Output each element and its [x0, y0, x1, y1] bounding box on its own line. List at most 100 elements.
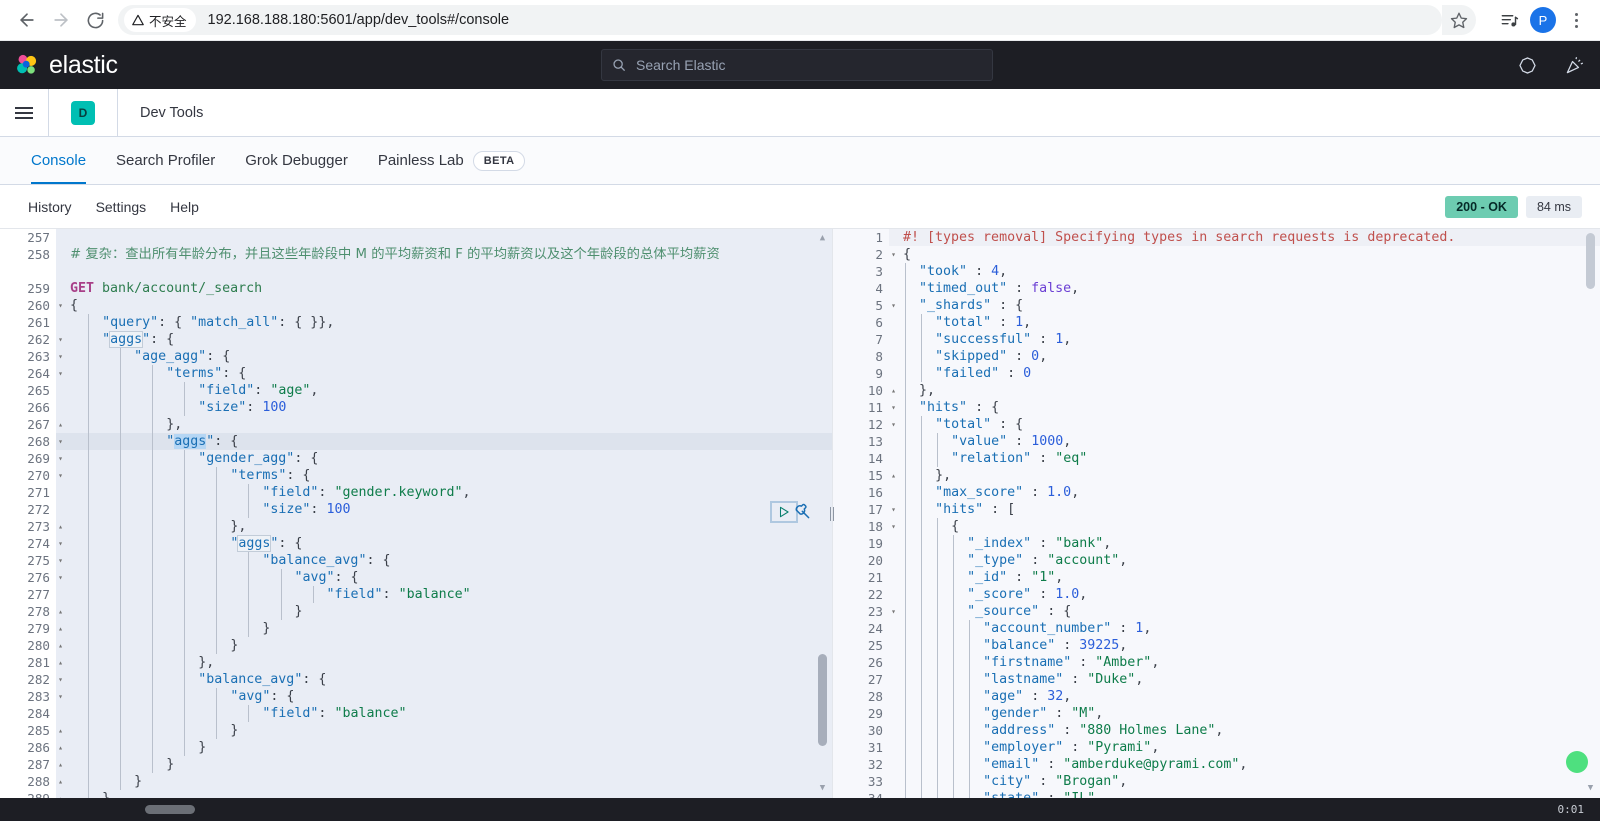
code-line[interactable]: 19 "_index" : "bank",	[833, 535, 1600, 552]
code-line[interactable]: 284 "field": "balance"	[0, 705, 832, 722]
fold-open-icon[interactable]: ▾	[889, 399, 898, 416]
request-editor-pane[interactable]: 257 258 # 复杂：查出所有年龄分布，并且这些年龄段中 M 的平均薪资和 F …	[0, 229, 832, 798]
fold-close-icon[interactable]: ▴	[56, 654, 65, 671]
fold-open-icon[interactable]: ▾	[56, 552, 65, 569]
settings-button[interactable]: Settings	[84, 199, 159, 215]
code-line[interactable]: 264 ▾ "terms": {	[0, 365, 832, 382]
code-line[interactable]: 21 "_id" : "1",	[833, 569, 1600, 586]
fold-close-icon[interactable]: ▴	[56, 790, 65, 798]
fold-close-icon[interactable]: ▴	[56, 620, 65, 637]
elastic-logo[interactable]: elastic	[14, 51, 118, 80]
fold-open-icon[interactable]: ▾	[56, 671, 65, 688]
address-bar[interactable]: 不安全 192.168.188.180:5601/app/dev_tools#/…	[118, 5, 1442, 35]
code-line[interactable]: 283 ▾ "avg": {	[0, 688, 832, 705]
fold-open-icon[interactable]: ▾	[56, 688, 65, 705]
fold-close-icon[interactable]: ▴	[56, 416, 65, 433]
code-line[interactable]: 5 ▾ "_shards" : {	[833, 297, 1600, 314]
code-line[interactable]: 270 ▾ "terms": {	[0, 467, 832, 484]
fold-open-icon[interactable]: ▾	[56, 535, 65, 552]
code-line[interactable]: 258 # 复杂：查出所有年龄分布，并且这些年龄段中 M 的平均薪资和 F 的平均…	[0, 246, 832, 280]
code-line[interactable]: 260 ▾ {	[0, 297, 832, 314]
output-vertical-scrollbar[interactable]	[1586, 233, 1595, 289]
code-line[interactable]: 276 ▾ "avg": {	[0, 569, 832, 586]
code-line[interactable]: 14 "relation" : "eq"	[833, 450, 1600, 467]
code-line[interactable]: 257	[0, 229, 832, 246]
code-line[interactable]: 11 ▾ "hits" : {	[833, 399, 1600, 416]
fold-open-icon[interactable]: ▾	[889, 501, 898, 518]
code-line[interactable]: 15 ▴ },	[833, 467, 1600, 484]
code-line[interactable]: 288 ▴ }	[0, 773, 832, 790]
fold-open-icon[interactable]: ▾	[56, 331, 65, 348]
fold-close-icon[interactable]: ▴	[56, 773, 65, 790]
code-line[interactable]: 259 GET bank/account/_search	[0, 280, 832, 297]
fold-open-icon[interactable]: ▾	[889, 297, 898, 314]
editor-vertical-scrollbar[interactable]	[818, 654, 827, 746]
pane-splitter[interactable]	[828, 229, 836, 798]
fold-close-icon[interactable]: ▴	[56, 739, 65, 756]
code-line[interactable]: 31 "employer" : "Pyrami",	[833, 739, 1600, 756]
fold-close-icon[interactable]: ▴	[889, 467, 898, 484]
code-line[interactable]: 287 ▴ }	[0, 756, 832, 773]
fold-close-icon[interactable]: ▴	[56, 637, 65, 654]
floating-action-button[interactable]	[1566, 751, 1588, 773]
fold-open-icon[interactable]: ▾	[56, 365, 65, 382]
code-line[interactable]: 263 ▾ "age_agg": {	[0, 348, 832, 365]
code-line[interactable]: 6 "total" : 1,	[833, 314, 1600, 331]
response-code[interactable]: 1 #! [types removal] Specifying types in …	[833, 229, 1600, 798]
taskbar-scroll-thumb[interactable]	[145, 805, 195, 814]
code-line[interactable]: 280 ▴ }	[0, 637, 832, 654]
history-button[interactable]: History	[16, 199, 84, 215]
nav-menu-toggle[interactable]	[0, 89, 48, 136]
fold-close-icon[interactable]: ▴	[56, 518, 65, 535]
security-status-chip[interactable]: 不安全	[124, 8, 196, 32]
code-line[interactable]: 17 ▾ "hits" : [	[833, 501, 1600, 518]
fold-open-icon[interactable]: ▾	[56, 467, 65, 484]
news-feed-button[interactable]	[1565, 56, 1584, 75]
code-line[interactable]: 279 ▴ }	[0, 620, 832, 637]
code-line[interactable]: 33 "city" : "Brogan",	[833, 773, 1600, 790]
code-line[interactable]: 269 ▾ "gender_agg": {	[0, 450, 832, 467]
code-line[interactable]: 273 ▴ },	[0, 518, 832, 535]
editor-scroll-up-arrow[interactable]: ▲	[817, 233, 828, 244]
code-line[interactable]: 8 "skipped" : 0,	[833, 348, 1600, 365]
code-line[interactable]: 7 "successful" : 1,	[833, 331, 1600, 348]
fold-open-icon[interactable]: ▾	[889, 416, 898, 433]
code-line[interactable]: 274 ▾ "aggs": {	[0, 535, 832, 552]
code-line[interactable]: 25 "balance" : 39225,	[833, 637, 1600, 654]
code-line[interactable]: 18 ▾ {	[833, 518, 1600, 535]
code-line[interactable]: 9 "failed" : 0	[833, 365, 1600, 382]
fold-open-icon[interactable]: ▾	[56, 297, 65, 314]
code-line[interactable]: 275 ▾ "balance_avg": {	[0, 552, 832, 569]
code-line[interactable]: 289▴ },	[0, 790, 832, 798]
code-line[interactable]: 2 ▾ {	[833, 246, 1600, 263]
browser-menu-button[interactable]	[1562, 12, 1590, 28]
code-line[interactable]: 24 "account_number" : 1,	[833, 620, 1600, 637]
fold-open-icon[interactable]: ▾	[56, 569, 65, 586]
fold-open-icon[interactable]: ▾	[56, 348, 65, 365]
code-line[interactable]: 32 "email" : "amberduke@pyrami.com",	[833, 756, 1600, 773]
code-line[interactable]: 23 ▾ "_source" : {	[833, 603, 1600, 620]
code-line[interactable]: 29 "gender" : "M",	[833, 705, 1600, 722]
code-line[interactable]: 34 "state" : "IL"	[833, 790, 1600, 798]
help-button[interactable]: Help	[158, 199, 211, 215]
code-line[interactable]: 286 ▴ }	[0, 739, 832, 756]
fold-open-icon[interactable]: ▾	[889, 603, 898, 620]
code-line[interactable]: 265 "field": "age",	[0, 382, 832, 399]
fold-close-icon[interactable]: ▴	[56, 756, 65, 773]
output-scroll-down-arrow[interactable]: ▼	[1585, 783, 1596, 794]
code-line[interactable]: 27 "lastname" : "Duke",	[833, 671, 1600, 688]
code-line[interactable]: 278 ▴ }	[0, 603, 832, 620]
code-line[interactable]: 282 ▾ "balance_avg": {	[0, 671, 832, 688]
fold-close-icon[interactable]: ▴	[56, 603, 65, 620]
fold-open-icon[interactable]: ▾	[56, 450, 65, 467]
code-line[interactable]: 4 "timed_out" : false,	[833, 280, 1600, 297]
code-line[interactable]: 262 ▾ "aggs": {	[0, 331, 832, 348]
fold-open-icon[interactable]: ▾	[889, 246, 898, 263]
code-line[interactable]: 12 ▾ "total" : {	[833, 416, 1600, 433]
bookmark-button[interactable]	[1442, 5, 1476, 35]
fold-close-icon[interactable]: ▴	[56, 722, 65, 739]
code-line[interactable]: 285 ▴ }	[0, 722, 832, 739]
help-menu-button[interactable]	[1518, 56, 1537, 75]
code-line[interactable]: 266 "size": 100	[0, 399, 832, 416]
code-line[interactable]: 271 "field": "gender.keyword",	[0, 484, 832, 501]
